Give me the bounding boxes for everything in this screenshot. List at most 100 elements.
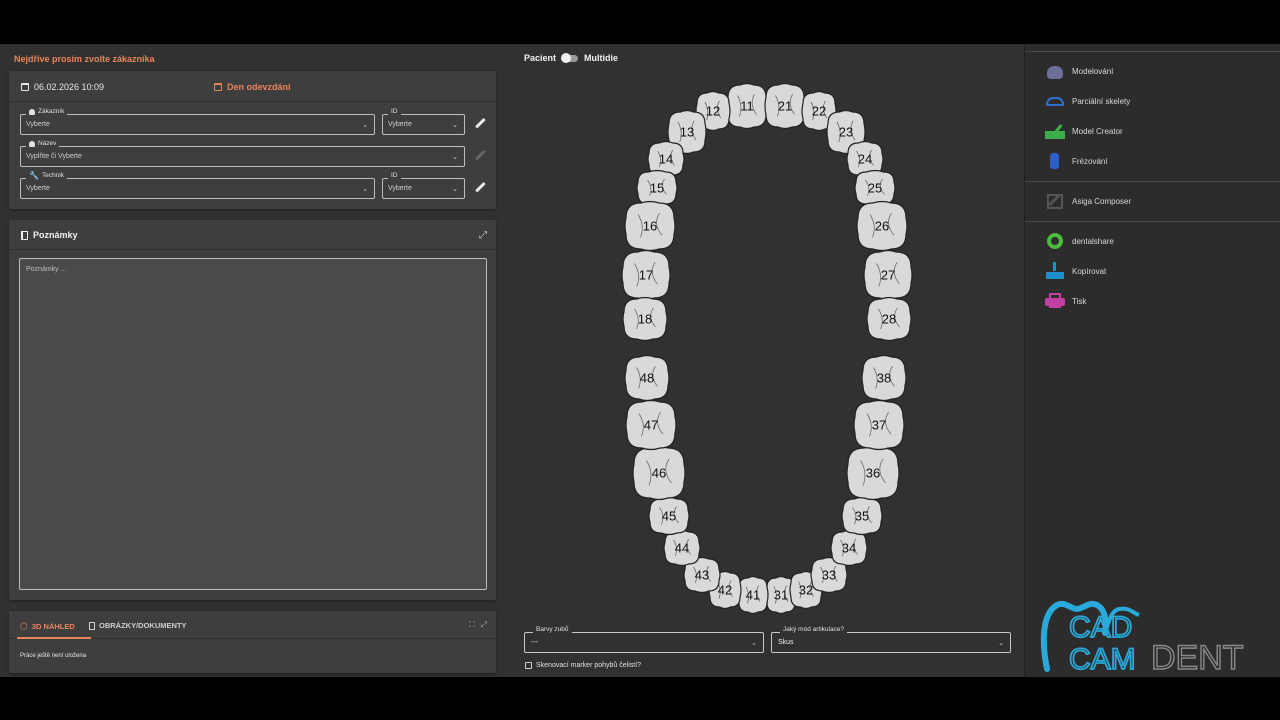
tooth-number: 26 bbox=[875, 219, 889, 234]
tooth-17[interactable]: 17 bbox=[621, 249, 671, 301]
tooth-26[interactable]: 26 bbox=[856, 200, 908, 252]
print-icon bbox=[1045, 292, 1065, 310]
tooth-number: 38 bbox=[877, 371, 891, 386]
tooth-37[interactable]: 37 bbox=[853, 399, 905, 451]
technician-select[interactable]: 🔧 Technik Vyberte ⌄ bbox=[20, 171, 375, 199]
checkbox-box[interactable] bbox=[525, 662, 532, 669]
tooth-number: 13 bbox=[680, 125, 694, 140]
tooth-16[interactable]: 16 bbox=[624, 200, 676, 252]
tooth-number: 28 bbox=[882, 312, 896, 327]
tooth-27[interactable]: 27 bbox=[863, 249, 913, 301]
divider bbox=[1025, 181, 1280, 182]
tooth-number: 27 bbox=[881, 268, 895, 283]
customer-id-select[interactable]: ID Vyberte ⌄ bbox=[382, 107, 465, 135]
technician-id-label: ID bbox=[388, 171, 401, 181]
notes-textarea[interactable]: Poznámky ... bbox=[19, 258, 487, 590]
tooth-number: 31 bbox=[774, 588, 788, 603]
tooth-number: 16 bbox=[643, 219, 657, 234]
menu-item-dentalshare[interactable]: dentalshare bbox=[1045, 232, 1114, 250]
cube-icon: ⬡ bbox=[20, 621, 28, 631]
menu-item-milling[interactable]: Frézování bbox=[1045, 152, 1108, 170]
menu-item-partial-frameworks[interactable]: Parciální skelety bbox=[1045, 92, 1130, 110]
notes-title: Poznámky bbox=[21, 230, 78, 240]
tooth-34[interactable]: 34 bbox=[830, 529, 868, 567]
fullscreen-icon[interactable]: ⛶ bbox=[469, 620, 475, 630]
tooth-number: 21 bbox=[778, 99, 792, 114]
tooth-color-select[interactable]: Barvy zubů --- ⌄ bbox=[524, 625, 764, 653]
menu-item-asiga-composer[interactable]: Asiga Composer bbox=[1045, 192, 1131, 210]
tooth-47[interactable]: 47 bbox=[625, 399, 677, 451]
name-label: Název bbox=[26, 139, 60, 149]
cadcam-dent-logo: CAD CAM DENT bbox=[1040, 600, 1244, 673]
tooth-11[interactable]: 11 bbox=[726, 82, 768, 130]
tooth-15[interactable]: 15 bbox=[636, 169, 678, 207]
menu-item-copy[interactable]: Kopírovat bbox=[1045, 262, 1106, 280]
technician-value: Vyberte bbox=[26, 185, 50, 192]
customer-id-label: ID bbox=[388, 107, 401, 117]
tab-images-documents[interactable]: OBRÁZKY/DOKUMENTY bbox=[89, 621, 187, 630]
milling-icon bbox=[1045, 152, 1065, 170]
tooth-number: 23 bbox=[839, 125, 853, 140]
tooth-35[interactable]: 35 bbox=[841, 496, 883, 536]
tooth-number: 37 bbox=[872, 418, 886, 433]
customer-label: Zákazník bbox=[26, 107, 68, 117]
tooth-28[interactable]: 28 bbox=[866, 296, 912, 342]
name-select[interactable]: Název Vyplňte či Vyberte ⌄ bbox=[20, 139, 465, 167]
wrench-icon: 🔧 bbox=[29, 171, 39, 180]
menu-item-print[interactable]: Tisk bbox=[1045, 292, 1086, 310]
tooth-number: 17 bbox=[639, 268, 653, 283]
tooth-45[interactable]: 45 bbox=[648, 496, 690, 536]
technician-label: 🔧 Technik bbox=[26, 171, 68, 181]
scan-marker-checkbox[interactable]: Skenovací marker pohybů čelistí? bbox=[525, 662, 641, 669]
expand-icon[interactable]: ⤢ bbox=[479, 230, 487, 241]
asiga-composer-icon bbox=[1045, 192, 1065, 210]
technician-id-select[interactable]: ID Vyberte ⌄ bbox=[382, 171, 465, 199]
articulation-mode-select[interactable]: Jaký mód artikulace? Skus ⌄ bbox=[771, 625, 1011, 653]
edit-customer-pencil-icon[interactable] bbox=[473, 117, 487, 131]
articulation-value: Skus bbox=[778, 639, 794, 646]
chevron-down-icon: ⌄ bbox=[998, 640, 1004, 647]
tooth-18[interactable]: 18 bbox=[622, 296, 668, 342]
tooth-number: 24 bbox=[858, 152, 872, 167]
menu-item-model-creator[interactable]: Model Creator bbox=[1045, 122, 1123, 140]
tab-3d-preview[interactable]: ⬡ 3D NÁHLED bbox=[20, 621, 75, 632]
tooth-number: 48 bbox=[640, 371, 654, 386]
created-date[interactable]: 06.02.2026 10:09 bbox=[21, 82, 104, 92]
tooth-38[interactable]: 38 bbox=[861, 354, 907, 402]
save-status: Práce ještě není uložena bbox=[20, 653, 87, 659]
order-header: 06.02.2026 10:09 Den odevzdání bbox=[9, 71, 496, 102]
tooth-number: 25 bbox=[868, 181, 882, 196]
divider bbox=[9, 249, 496, 250]
deadline-picker[interactable]: Den odevzdání bbox=[214, 82, 291, 92]
chevron-down-icon: ⌄ bbox=[362, 122, 368, 129]
tooth-chart: 11 12 13 14 15 16 17 18 21 22 23 24 25 26 27 28 31 32 33 34… bbox=[621, 82, 913, 615]
edit-technician-pencil-icon[interactable] bbox=[473, 181, 487, 195]
articulation-label: Jaký mód artikulace? bbox=[780, 625, 848, 635]
divider bbox=[1025, 221, 1280, 222]
expand-icon[interactable]: ⤢ bbox=[481, 620, 487, 630]
tooth-21[interactable]: 21 bbox=[764, 82, 806, 130]
tooth-number: 12 bbox=[706, 104, 720, 119]
preview-card: ⬡ 3D NÁHLED OBRÁZKY/DOKUMENTY ⛶ ⤢ Práce … bbox=[9, 611, 496, 673]
scan-marker-label: Skenovací marker pohybů čelistí? bbox=[536, 662, 642, 669]
order-card: 06.02.2026 10:09 Den odevzdání Zákazník … bbox=[9, 71, 496, 209]
tooth-46[interactable]: 46 bbox=[632, 445, 686, 501]
tooth-36[interactable]: 36 bbox=[846, 445, 900, 501]
menu-item-modeling[interactable]: Modelování bbox=[1045, 62, 1113, 80]
modules-sidebar: Modelování Parciální skelety Model Creat… bbox=[1024, 44, 1280, 677]
tooth-number: 43 bbox=[695, 568, 709, 583]
tooth-number: 14 bbox=[659, 152, 673, 167]
person-icon bbox=[29, 141, 35, 147]
tooth-25[interactable]: 25 bbox=[854, 169, 896, 207]
customer-value: Vyberte bbox=[26, 121, 50, 128]
tooth-number: 35 bbox=[855, 509, 869, 524]
tooth-41[interactable]: 41 bbox=[737, 575, 769, 615]
calendar-icon bbox=[21, 83, 29, 91]
tooth-number: 22 bbox=[812, 104, 826, 119]
customer-select[interactable]: Zákazník Vyberte ⌄ bbox=[20, 107, 375, 135]
tooth-44[interactable]: 44 bbox=[663, 529, 701, 567]
calendar-icon bbox=[214, 83, 222, 91]
person-icon bbox=[29, 109, 35, 115]
tooth-48[interactable]: 48 bbox=[624, 354, 670, 402]
chevron-down-icon: ⌄ bbox=[452, 122, 458, 129]
